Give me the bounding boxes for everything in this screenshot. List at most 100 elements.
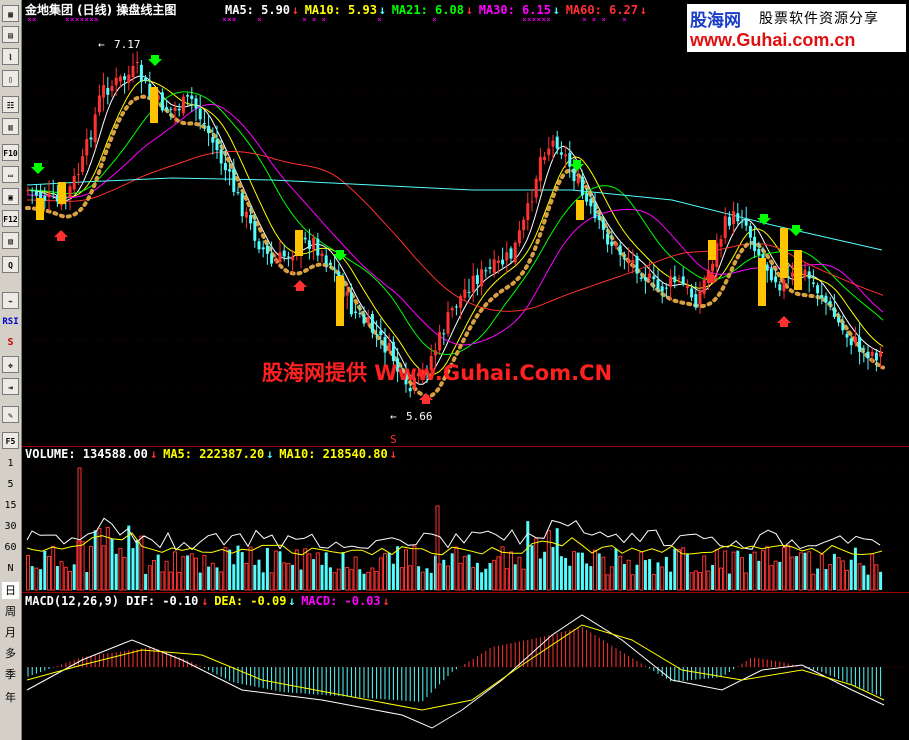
volume-bar <box>496 556 501 591</box>
volume-bar <box>353 556 358 591</box>
candle-body <box>198 108 202 120</box>
toolbar-button-3[interactable]: ▯ <box>2 70 19 87</box>
candle-body <box>513 242 517 263</box>
candle-body <box>34 190 38 196</box>
candle-body <box>459 296 463 308</box>
candle-body <box>320 253 324 257</box>
candle-body <box>874 352 878 361</box>
volume-bar <box>509 551 513 591</box>
volume-bar <box>870 553 875 591</box>
volume-bar <box>450 553 454 590</box>
volume-bar <box>278 551 282 590</box>
volume-bar <box>420 571 425 591</box>
toolbar-button-0[interactable]: ▦ <box>2 5 19 22</box>
toolbar-button-5[interactable]: ▥ <box>2 118 19 135</box>
candle-body <box>580 176 584 196</box>
signal-highlight-box <box>708 240 716 260</box>
toolbar-button-10[interactable]: ▧ <box>2 232 19 249</box>
candle-body <box>135 61 139 64</box>
candle-body <box>811 282 815 284</box>
volume-bar <box>484 568 488 590</box>
volume-bar <box>656 562 660 590</box>
volume-bar <box>778 561 782 590</box>
candle-body <box>681 276 685 285</box>
toolbar-button-13[interactable]: RSI <box>2 314 19 331</box>
volume-bar <box>782 546 786 591</box>
toolbar-button-20[interactable]: 5 <box>2 476 19 493</box>
volume-bar <box>446 565 450 591</box>
toolbar-button-17[interactable]: ✎ <box>2 406 19 423</box>
volume-bar <box>219 571 224 591</box>
volume-bar <box>341 552 345 590</box>
volume-bar <box>669 571 673 590</box>
toolbar-button-4[interactable]: ☷ <box>2 96 19 113</box>
candle-body <box>282 250 286 257</box>
candle-body <box>324 255 328 264</box>
toolbar-button-11[interactable]: Q <box>2 256 19 273</box>
macd-dea-line <box>26 624 885 711</box>
volume-bar <box>417 566 421 590</box>
toolbar-button-27[interactable]: 月 <box>2 624 19 641</box>
candle-body <box>564 154 568 157</box>
toolbar-button-28[interactable]: 多 <box>2 645 19 662</box>
high-price-marker: ← <box>98 38 105 51</box>
toolbar-button-16[interactable]: ⇥ <box>2 378 19 395</box>
toolbar-button-30[interactable]: 年 <box>2 689 19 706</box>
toolbar-button-24[interactable]: N <box>2 560 19 577</box>
candle-body <box>778 284 782 291</box>
toolbar-button-12[interactable]: ⌁ <box>2 292 19 309</box>
volume-bar <box>635 564 639 590</box>
candle-body <box>748 225 752 238</box>
toolbar-button-18[interactable]: F5 <box>2 432 19 449</box>
volume-bar <box>798 552 803 591</box>
toolbar-button-26[interactable]: 周 <box>2 603 19 620</box>
volume-bar <box>795 556 799 590</box>
toolbar-button-22[interactable]: 30 <box>2 518 19 535</box>
volume-bar <box>824 569 828 590</box>
candle-body <box>345 291 349 296</box>
toolbar-button-29[interactable]: 季 <box>2 666 19 683</box>
logo-subtitle: 股票软件资源分享 <box>759 11 879 27</box>
candle-body <box>664 287 668 289</box>
volume-bar <box>51 545 56 591</box>
volume-bar <box>63 566 68 591</box>
volume-bar <box>336 568 341 591</box>
volume-bar <box>534 538 539 591</box>
toolbar-button-2[interactable]: ⌇ <box>2 48 19 65</box>
candle-body <box>72 175 76 190</box>
candle-body <box>81 156 85 172</box>
candle-body <box>207 125 211 134</box>
toolbar-button-25[interactable]: 日 <box>2 582 19 599</box>
candle-body <box>866 351 870 359</box>
toolbar-button-8[interactable]: ▣ <box>2 188 19 205</box>
toolbar-button-19[interactable]: 1 <box>2 455 19 472</box>
sell-arrow-icon <box>757 214 771 225</box>
toolbar-button-15[interactable]: ✥ <box>2 356 19 373</box>
macd-legend-item-2: MACD: -0.03 <box>301 594 380 608</box>
volume-bar <box>59 561 64 591</box>
candle-body <box>858 336 862 352</box>
toolbar-button-6[interactable]: F10 <box>2 144 19 161</box>
candle-body <box>232 168 236 192</box>
candle-body <box>106 87 110 95</box>
toolbar-button-9[interactable]: F12 <box>2 210 19 227</box>
candle-body <box>576 177 580 184</box>
candle-body <box>765 264 769 271</box>
candle-body <box>30 190 34 192</box>
toolbar-button-1[interactable]: ▤ <box>2 26 19 43</box>
toolbar-button-14[interactable]: S <box>2 334 19 351</box>
candle-body <box>534 178 538 198</box>
volume-bar <box>228 549 232 590</box>
volume-bar <box>291 564 295 590</box>
candle-body <box>522 219 526 231</box>
toolbar-button-21[interactable]: 15 <box>2 497 19 514</box>
volume-bar <box>156 554 160 590</box>
chart-canvas[interactable]: ×× ××××××× ××× × × × × × × ×××××× × × × × 金地集团 (日… <box>22 0 909 740</box>
volume-bar <box>689 572 694 591</box>
toolbar-button-7[interactable]: ▭ <box>2 166 19 183</box>
toolbar-button-23[interactable]: 60 <box>2 539 19 556</box>
volume-bar <box>396 546 400 590</box>
volume-bar <box>202 554 207 591</box>
volume-bar <box>462 555 467 591</box>
signal-highlight-box <box>794 250 802 290</box>
